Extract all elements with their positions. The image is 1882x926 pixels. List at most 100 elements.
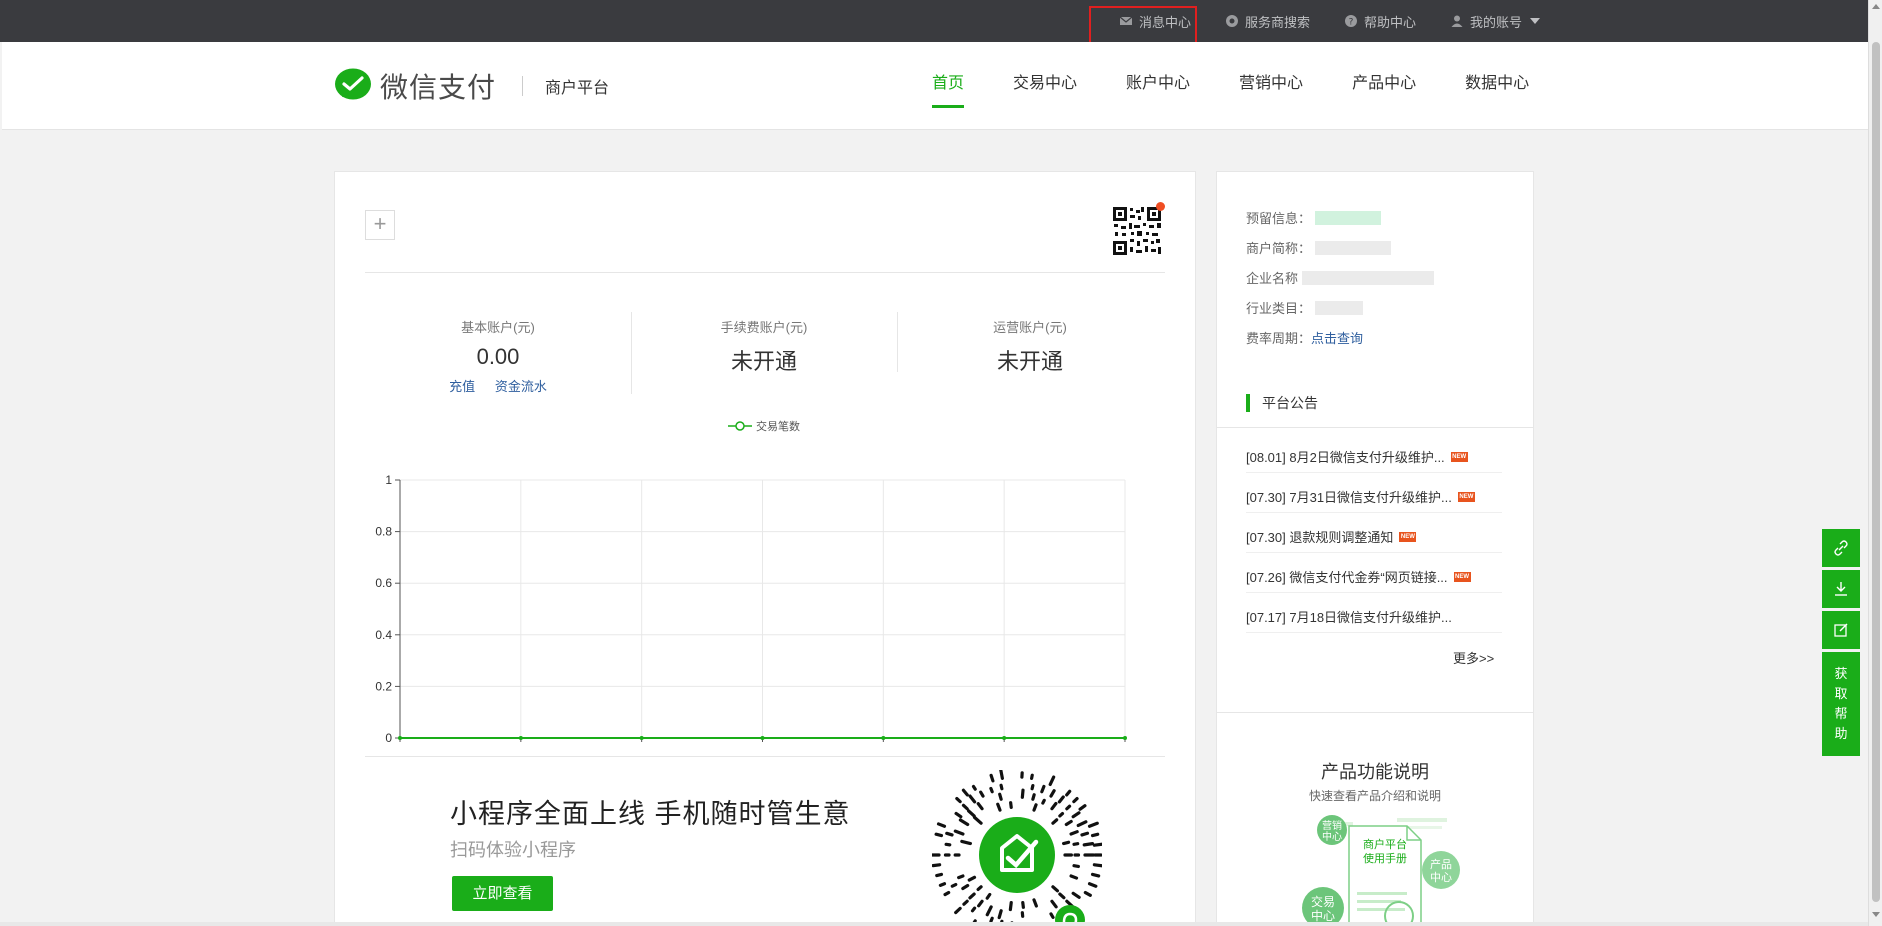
- divider: [1246, 472, 1502, 473]
- operation-account-status: 未开通: [996, 349, 1063, 374]
- announcement-item[interactable]: [07.26] 微信支付代金券“网页链接... NEW: [1246, 567, 1502, 586]
- code-dash: [1078, 804, 1087, 811]
- basic-account-balance: 0.00: [476, 344, 520, 369]
- help-center-link[interactable]: ? 帮助中心: [1344, 12, 1416, 31]
- code-dash: [1031, 793, 1036, 801]
- download-icon: [1835, 582, 1847, 596]
- view-now-button[interactable]: 立即查看: [452, 876, 553, 911]
- rate-period-label: 费率周期：: [1246, 331, 1312, 346]
- vertical-scrollbar[interactable]: [1868, 0, 1882, 926]
- chart-legend[interactable]: 交易笔数: [728, 418, 800, 434]
- help-char: 获: [1834, 666, 1848, 681]
- data-point: [1002, 736, 1007, 740]
- scroll-down-arrow[interactable]: [1872, 912, 1880, 917]
- code-dash: [1080, 831, 1090, 837]
- get-help-button[interactable]: 获 取 帮 助: [1822, 652, 1860, 756]
- code-dash: [967, 809, 976, 818]
- logo-separator: [522, 76, 524, 96]
- announcement-item[interactable]: [08.01] 8月2日微信支付升级维护... NEW: [1246, 447, 1502, 466]
- code-dash: [1020, 788, 1025, 799]
- provider-search-link[interactable]: 服务商搜索: [1225, 12, 1310, 31]
- tab-data-center[interactable]: 数据中心: [1465, 42, 1529, 130]
- announcement-item[interactable]: [07.30] 7月31日微信支付升级维护... NEW: [1246, 487, 1502, 506]
- my-account-menu[interactable]: 我的账号: [1450, 12, 1540, 31]
- code-dash: [1057, 795, 1065, 804]
- code-dash: [1041, 798, 1046, 805]
- tab-account-center[interactable]: 账户中心: [1126, 42, 1190, 130]
- code-dash: [1064, 819, 1073, 827]
- code-dash: [967, 875, 977, 882]
- product-bubble-line1: 产品: [1430, 857, 1452, 871]
- help-center-label: 帮助中心: [1363, 14, 1416, 30]
- help-char: 助: [1834, 726, 1848, 741]
- announcement-item[interactable]: [07.30] 退款规则调整通知 NEW: [1246, 527, 1502, 546]
- code-dash: [1008, 901, 1013, 912]
- data-point: [639, 736, 644, 740]
- y-tick-label: 0.6: [375, 576, 392, 590]
- code-dash: [1065, 804, 1072, 811]
- more-link[interactable]: 更多>>: [1453, 648, 1494, 667]
- main-nav: 首页 交易中心 账户中心 营销中心 产品中心 数据中心: [932, 42, 1529, 130]
- code-dash: [1069, 830, 1079, 836]
- tab-marketing-center[interactable]: 营销中心: [1239, 42, 1303, 130]
- data-point: [518, 736, 523, 740]
- code-dash: [968, 892, 976, 900]
- link-icon: [1834, 540, 1848, 556]
- share-link-button[interactable]: [1822, 529, 1860, 567]
- fund-flow-link[interactable]: 资金流水: [495, 379, 547, 394]
- code-dash: [961, 883, 970, 891]
- manual-label-line1: 商户平台: [1363, 837, 1407, 851]
- operation-account-label: 运营账户(元): [993, 320, 1067, 335]
- code-dash: [1049, 912, 1055, 919]
- code-dash: [1050, 899, 1058, 909]
- announcement-item[interactable]: [07.17] 7月18日微信支付升级维护...: [1246, 607, 1502, 626]
- code-dash: [1030, 773, 1034, 780]
- marketing-bubble-line2: 中心: [1322, 830, 1342, 843]
- logo[interactable]: 微信支付 商户平台: [334, 66, 609, 106]
- click-to-query-link[interactable]: 点击查询: [1311, 328, 1363, 347]
- code-dash: [1032, 898, 1038, 908]
- code-dash: [985, 892, 992, 900]
- code-dash: [1009, 801, 1013, 809]
- code-dash: [989, 786, 994, 794]
- code-dash: [954, 811, 963, 819]
- add-widget-button[interactable]: +: [365, 210, 395, 240]
- announcement-text: [07.26] 微信支付代金券“网页链接...: [1246, 570, 1448, 585]
- product-manual-illustration[interactable]: 商户平台 使用手册 营销 中心 产品 中心 交易 中心: [1297, 812, 1467, 926]
- mini-program-code-icon: [932, 770, 1102, 926]
- scrollbar-thumb[interactable]: [1872, 42, 1880, 902]
- download-button[interactable]: [1822, 570, 1860, 608]
- code-dash: [1090, 832, 1100, 838]
- y-tick-label: 1: [385, 473, 392, 487]
- code-dash: [985, 905, 993, 917]
- code-center: [979, 817, 1055, 893]
- new-badge: NEW: [1457, 491, 1475, 502]
- divider: [1246, 512, 1502, 513]
- industry-category-label: 行业类目：: [1246, 301, 1312, 316]
- code-dash: [958, 818, 970, 827]
- scroll-up-arrow[interactable]: [1872, 4, 1880, 9]
- merchant-short-name: 商户简称：: [1246, 238, 1392, 257]
- help-icon: ?: [1344, 15, 1357, 28]
- code-dash: [1049, 789, 1056, 798]
- data-point: [398, 736, 402, 740]
- code-dash: [1048, 775, 1056, 787]
- code-dash: [1040, 784, 1046, 794]
- tab-product-center[interactable]: 产品中心: [1352, 42, 1416, 130]
- code-dash: [1021, 901, 1025, 909]
- tab-home[interactable]: 首页: [932, 42, 965, 130]
- svg-text:?: ?: [1349, 18, 1354, 28]
- code-dash: [936, 822, 947, 828]
- tab-trade-center[interactable]: 交易中心: [1013, 42, 1077, 130]
- qr-code-icon[interactable]: [1112, 206, 1162, 256]
- top-bar: 消息中心 服务商搜索 ? 帮助中心 我的账号: [0, 0, 1870, 42]
- feedback-button[interactable]: [1822, 611, 1860, 649]
- recharge-link[interactable]: 充值: [449, 379, 475, 394]
- y-tick-label: 0.8: [375, 525, 392, 539]
- horizontal-scrollbar[interactable]: [0, 922, 1868, 926]
- transaction-chart: 00.20.40.60.812019-07-312019-08-012019-0…: [375, 473, 1127, 742]
- code-dash: [932, 863, 942, 868]
- legend-line-icon: [728, 421, 752, 431]
- code-dash: [979, 790, 985, 798]
- code-dash: [962, 899, 969, 906]
